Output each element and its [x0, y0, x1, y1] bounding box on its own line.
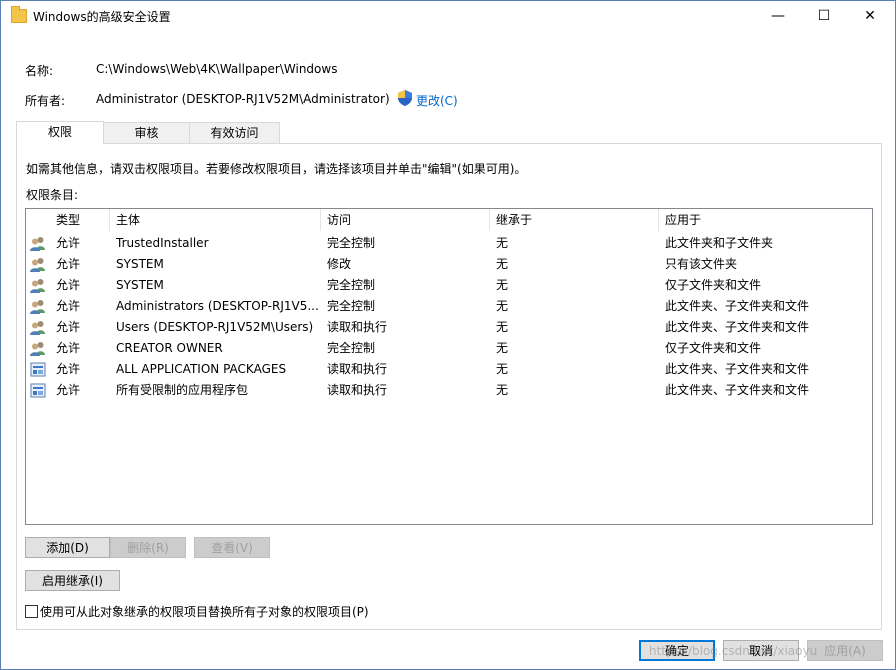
principal-cell: CREATOR OWNER: [116, 341, 223, 355]
principal-cell: ALL APPLICATION PACKAGES: [116, 362, 287, 376]
window-title: Windows的高级安全设置: [33, 10, 171, 24]
table-row[interactable]: 允许 Administrators (DESKTOP-RJ1V5... 完全控制 无 此…: [26, 296, 872, 317]
inherited-from-cell: 无: [496, 362, 509, 376]
applies-to-cell: 仅子文件夹和文件: [665, 278, 762, 292]
column-header-applies-to[interactable]: 应用于: [659, 209, 870, 231]
type-cell: 允许: [56, 383, 81, 397]
access-cell: 读取和执行: [327, 320, 388, 334]
applies-to-cell: 此文件夹和子文件夹: [665, 236, 774, 250]
type-cell: 允许: [56, 299, 81, 313]
minimize-button[interactable]: —: [755, 1, 801, 31]
tab-permissions[interactable]: 权限: [16, 121, 104, 144]
user-group-icon: [30, 300, 45, 314]
applies-to-cell: 此文件夹、子文件夹和文件: [665, 362, 810, 376]
hint-text: 如需其他信息，请双击权限项目。若要修改权限项目，请选择该项目并单击"编辑"(如果…: [26, 162, 527, 176]
maximize-button[interactable]: ☐: [801, 1, 847, 31]
access-cell: 完全控制: [327, 278, 376, 292]
user-group-icon: [30, 237, 45, 251]
shield-icon: [398, 90, 412, 106]
change-owner-link[interactable]: 更改(C): [416, 92, 458, 109]
user-group-icon: [30, 258, 45, 272]
table-row[interactable]: 允许 SYSTEM 完全控制 无 仅子文件夹和文件: [26, 275, 872, 296]
table-row[interactable]: 允许 SYSTEM 修改 无 只有该文件夹: [26, 254, 872, 275]
principal-cell: Users (DESKTOP-RJ1V52M\Users): [116, 320, 314, 334]
title-bar[interactable]: Windows的高级安全设置 — ☐ ✕: [1, 1, 895, 31]
applies-to-cell: 此文件夹、子文件夹和文件: [665, 383, 810, 397]
permission-entries-label: 权限条目:: [26, 188, 79, 202]
replace-child-permissions-checkbox[interactable]: [25, 605, 38, 618]
access-cell: 完全控制: [327, 341, 376, 355]
table-row[interactable]: 允许 CREATOR OWNER 完全控制 无 仅子文件夹和文件: [26, 338, 872, 359]
inherited-from-cell: 无: [496, 320, 509, 334]
principal-cell: TrustedInstaller: [116, 236, 209, 250]
close-button[interactable]: ✕: [847, 1, 893, 31]
owner-value: Administrator (DESKTOP-RJ1V52M\Administr…: [96, 92, 390, 106]
applies-to-cell: 仅子文件夹和文件: [665, 341, 762, 355]
user-group-icon: [30, 279, 45, 293]
applies-to-cell: 只有该文件夹: [665, 257, 738, 271]
tab-effective-access[interactable]: 有效访问: [189, 122, 280, 143]
principal-cell: SYSTEM: [116, 278, 164, 292]
add-button[interactable]: 添加(D): [25, 537, 110, 558]
principal-cell: Administrators (DESKTOP-RJ1V5...: [116, 299, 319, 313]
owner-label: 所有者:: [25, 94, 66, 108]
access-cell: 完全控制: [327, 299, 376, 313]
column-header-inherited-from[interactable]: 继承于: [490, 209, 659, 231]
app-package-icon: [30, 383, 46, 398]
access-cell: 读取和执行: [327, 362, 388, 376]
access-cell: 完全控制: [327, 236, 376, 250]
user-group-icon: [30, 321, 45, 335]
access-cell: 读取和执行: [327, 383, 388, 397]
applies-to-cell: 此文件夹、子文件夹和文件: [665, 320, 810, 334]
view-button[interactable]: 查看(V): [194, 537, 270, 558]
table-row[interactable]: 允许 Users (DESKTOP-RJ1V52M\Users) 读取和执行 无 此文件…: [26, 317, 872, 338]
name-label: 名称:: [25, 64, 54, 78]
type-cell: 允许: [56, 341, 81, 355]
type-cell: 允许: [56, 362, 81, 376]
inherited-from-cell: 无: [496, 299, 509, 313]
column-header-type[interactable]: 类型: [50, 209, 110, 231]
principal-cell: SYSTEM: [116, 257, 164, 271]
inherited-from-cell: 无: [496, 383, 509, 397]
column-header-principal[interactable]: 主体: [110, 209, 321, 231]
app-package-icon: [30, 362, 46, 377]
inherited-from-cell: 无: [496, 341, 509, 355]
inherited-from-cell: 无: [496, 278, 509, 292]
apply-button[interactable]: 应用(A): [807, 640, 883, 661]
user-group-icon: [30, 342, 45, 356]
security-settings-window: Windows的高级安全设置 — ☐ ✕ 名称: C:\Windows\Web\…: [0, 0, 896, 670]
table-row[interactable]: 允许 ALL APPLICATION PACKAGES 读取和执行 无 此文件夹、子文件…: [26, 359, 872, 380]
name-value: C:\Windows\Web\4K\Wallpaper\Windows: [96, 62, 338, 76]
folder-icon: [11, 6, 27, 23]
permission-entries-list[interactable]: 类型 主体 访问 继承于 应用于 允许 TrustedInstaller 完全控制无…: [25, 208, 873, 525]
list-header: 类型 主体 访问 继承于 应用于: [26, 209, 872, 231]
enable-inheritance-button[interactable]: 启用继承(I): [25, 570, 120, 591]
column-header-access[interactable]: 访问: [321, 209, 490, 231]
type-cell: 允许: [56, 278, 81, 292]
inherited-from-cell: 无: [496, 236, 509, 250]
table-row[interactable]: 允许 TrustedInstaller 完全控制 无 此文件夹和子文件夹: [26, 233, 872, 254]
table-row[interactable]: 允许 所有受限制的应用程序包 读取和执行 无 此文件夹、子文件夹和文件: [26, 380, 872, 401]
watermark: https://blog.csdn.net/xiaoyu: [649, 644, 818, 658]
inherited-from-cell: 无: [496, 257, 509, 271]
principal-cell: 所有受限制的应用程序包: [116, 383, 249, 397]
replace-child-permissions-label: 使用可从此对象继承的权限项目替换所有子对象的权限项目(P): [40, 605, 369, 619]
type-cell: 允许: [56, 320, 81, 334]
remove-button[interactable]: 删除(R): [110, 537, 186, 558]
type-cell: 允许: [56, 257, 81, 271]
applies-to-cell: 此文件夹、子文件夹和文件: [665, 299, 810, 313]
access-cell: 修改: [327, 257, 352, 271]
tab-auditing[interactable]: 审核: [103, 122, 190, 143]
type-cell: 允许: [56, 236, 81, 250]
